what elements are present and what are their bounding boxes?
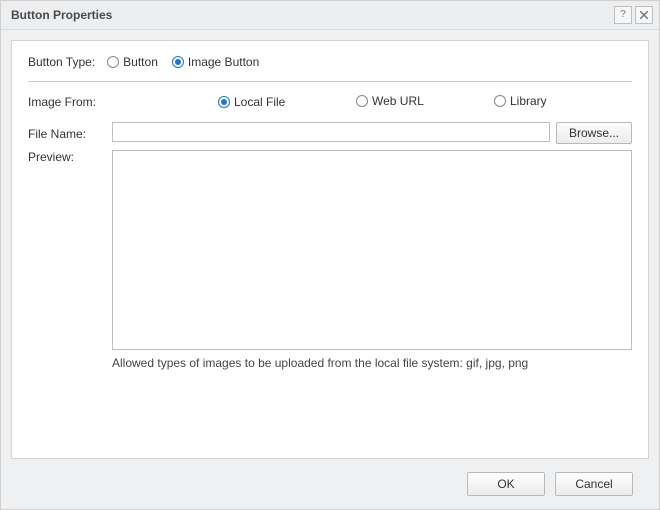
radio-label: Web URL: [372, 94, 424, 108]
radio-icon: [172, 56, 184, 68]
file-name-row: File Name: Browse...: [28, 122, 632, 144]
radio-label: Image Button: [188, 55, 259, 69]
close-icon: [640, 11, 648, 19]
titlebar: Button Properties ?: [1, 1, 659, 30]
help-icon: ?: [620, 1, 626, 29]
close-button[interactable]: [635, 6, 653, 24]
separator: [28, 81, 632, 82]
radio-icon: [218, 96, 230, 108]
image-from-label: Image From:: [28, 95, 112, 109]
dialog-title: Button Properties: [11, 1, 112, 29]
radio-icon: [494, 95, 506, 107]
image-from-row: Image From: Local File Web URL: [28, 94, 632, 110]
radio-label: Local File: [234, 95, 285, 109]
preview-label: Preview:: [28, 150, 112, 350]
cancel-button[interactable]: Cancel: [555, 472, 633, 496]
radio-image-from-local[interactable]: Local File: [218, 95, 285, 109]
content-area: Button Type: Button Image Button Image F…: [1, 30, 659, 509]
button-type-label: Button Type:: [28, 55, 95, 69]
file-name-input[interactable]: [112, 122, 550, 142]
radio-label: Button: [123, 55, 158, 69]
radio-image-from-library[interactable]: Library: [494, 94, 547, 108]
dialog: Button Properties ? Button Type: Button …: [0, 0, 660, 510]
dialog-footer: OK Cancel: [11, 459, 649, 509]
allowed-types-hint: Allowed types of images to be uploaded f…: [112, 356, 528, 370]
radio-button-type-image[interactable]: Image Button: [172, 55, 259, 69]
radio-image-from-weburl[interactable]: Web URL: [356, 94, 424, 108]
ok-button[interactable]: OK: [467, 472, 545, 496]
help-button[interactable]: ?: [614, 6, 632, 24]
file-name-label: File Name:: [28, 125, 112, 141]
button-type-row: Button Type: Button Image Button: [28, 55, 632, 69]
browse-button[interactable]: Browse...: [556, 122, 632, 144]
window-controls: ?: [614, 6, 653, 24]
main-panel: Button Type: Button Image Button Image F…: [11, 40, 649, 459]
radio-label: Library: [510, 94, 547, 108]
radio-icon: [356, 95, 368, 107]
preview-box: [112, 150, 632, 350]
hint-row: Allowed types of images to be uploaded f…: [28, 356, 632, 370]
preview-row: Preview:: [28, 150, 632, 350]
radio-button-type-button[interactable]: Button: [107, 55, 158, 69]
radio-icon: [107, 56, 119, 68]
